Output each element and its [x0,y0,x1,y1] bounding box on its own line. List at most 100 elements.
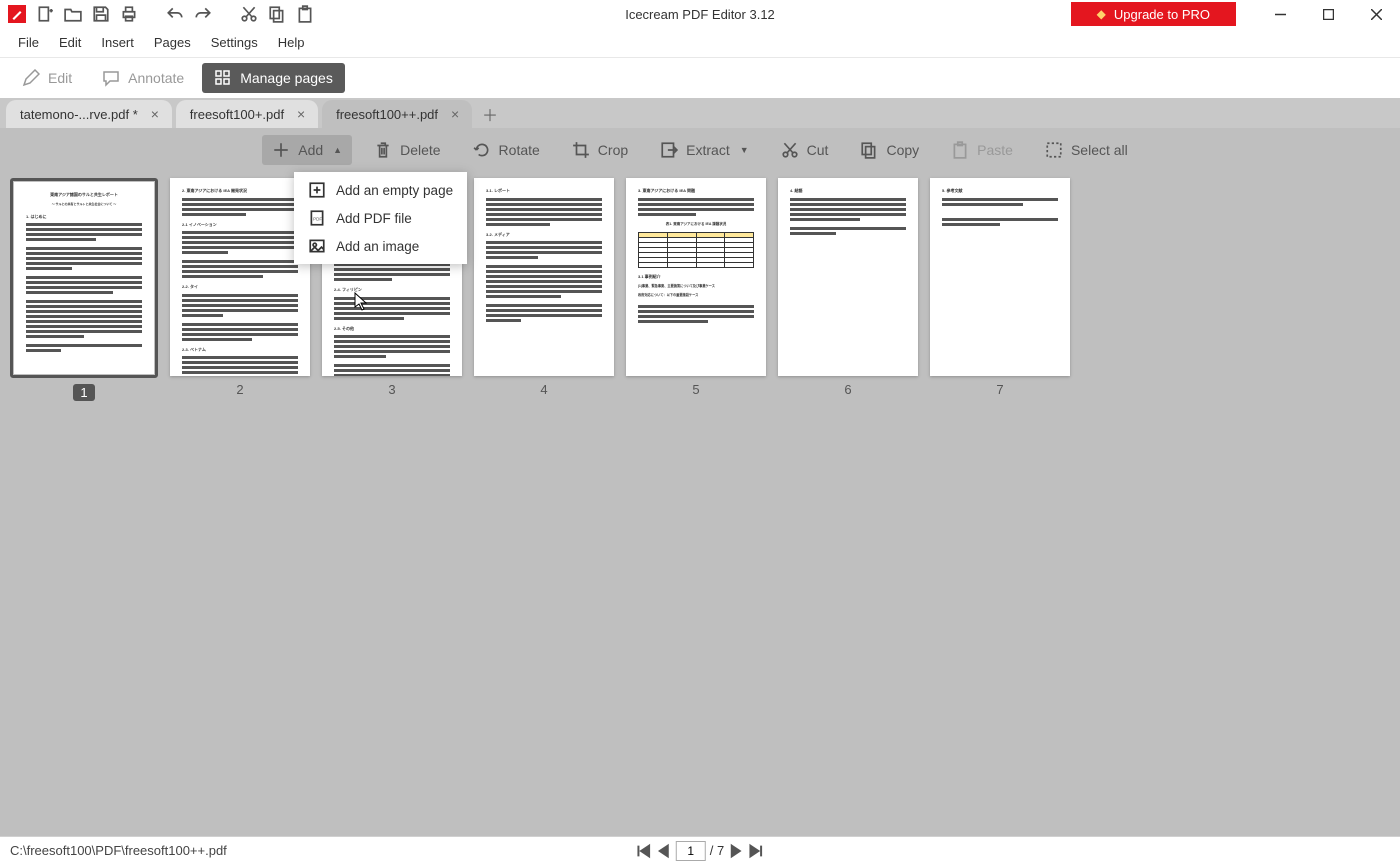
paste-icon[interactable] [296,5,314,23]
save-icon[interactable] [92,5,110,23]
upgrade-button[interactable]: ◆ Upgrade to PRO [1071,2,1236,26]
paste-label: Paste [977,142,1013,158]
menu-insert[interactable]: Insert [91,31,144,54]
page-navigator: / 7 [636,841,764,861]
plus-box-icon [308,181,326,199]
new-icon[interactable] [36,5,54,23]
close-icon[interactable]: × [146,105,164,123]
page-thumbnail[interactable]: 3-1. レポート 3-2. メディア 4 [474,178,614,401]
copy-icon[interactable] [268,5,286,23]
menu-edit[interactable]: Edit [49,31,91,54]
tab-label: freesoft100++.pdf [336,107,438,122]
annotate-mode-button[interactable]: Annotate [90,63,196,93]
mode-toolbar: Edit Annotate Manage pages [0,58,1400,98]
upgrade-label: Upgrade to PRO [1114,7,1210,22]
edit-label: Edit [48,70,72,86]
redo-icon[interactable] [194,5,212,23]
copy-button[interactable]: Copy [850,135,929,165]
page-action-toolbar: Add ▲ Delete Rotate Crop Extract ▼ Cut C… [0,128,1400,172]
page-number: 5 [692,382,699,397]
next-page-button[interactable] [728,843,744,859]
edit-mode-button[interactable]: Edit [10,63,84,93]
crop-button[interactable]: Crop [562,135,638,165]
caret-up-icon: ▲ [333,145,342,155]
page-thumbnail[interactable]: 2. 東南アジアにおける IEA 開発状況 2-1 イノベーション 2-2. タ… [170,178,310,401]
svg-text:PDF: PDF [313,216,322,221]
select-all-label: Select all [1071,142,1128,158]
add-image-item[interactable]: Add an image [294,232,467,260]
first-page-button[interactable] [636,843,652,859]
current-page-input[interactable] [676,841,706,861]
document-tab[interactable]: freesoft100++.pdf × [322,100,472,128]
image-icon [308,237,326,255]
page-thumbnail[interactable]: 3. 東南アジアにおける IEA 問題 表1. 東南アジアにおける IEA 課題… [626,178,766,401]
cut-button[interactable]: Cut [771,135,839,165]
rotate-label: Rotate [499,142,540,158]
last-page-button[interactable] [748,843,764,859]
extract-button[interactable]: Extract ▼ [650,135,759,165]
scissors-icon [781,141,799,159]
close-icon[interactable]: × [292,105,310,123]
title-bar: Icecream PDF Editor 3.12 ◆ Upgrade to PR… [0,0,1400,28]
menu-pages[interactable]: Pages [144,31,201,54]
add-empty-page-label: Add an empty page [336,183,453,198]
page-number: 2 [236,382,243,397]
pdf-file-icon: PDF [308,209,326,227]
copy-label: Copy [886,142,919,158]
quick-access-toolbar [0,5,322,23]
page-thumbnail[interactable]: 4. 結語 6 [778,178,918,401]
page-number: 7 [996,382,1003,397]
tab-label: freesoft100+.pdf [190,107,284,122]
add-pdf-file-label: Add PDF file [336,211,412,226]
trash-icon [374,141,392,159]
add-tab-button[interactable]: ＋ [476,100,504,128]
crop-label: Crop [598,142,628,158]
copy-icon [860,141,878,159]
paste-icon [951,141,969,159]
rotate-button[interactable]: Rotate [463,135,550,165]
minimize-button[interactable] [1256,0,1304,28]
page-number: 1 [73,384,94,401]
tab-label: tatemono-...rve.pdf * [20,107,138,122]
pencil-icon [22,69,40,87]
status-bar: C:\freesoft100\PDF\freesoft100++.pdf / 7 [0,836,1400,864]
add-image-label: Add an image [336,239,419,254]
crop-icon [572,141,590,159]
cut-icon[interactable] [240,5,258,23]
menu-settings[interactable]: Settings [201,31,268,54]
extract-icon [660,141,678,159]
close-icon[interactable]: × [446,105,464,123]
delete-button[interactable]: Delete [364,135,450,165]
add-dropdown-menu: Add an empty page PDF Add PDF file Add a… [294,172,467,264]
add-button[interactable]: Add ▲ [262,135,352,165]
page-number: 3 [388,382,395,397]
plus-icon [272,141,290,159]
total-pages-label: / 7 [710,843,724,858]
maximize-button[interactable] [1304,0,1352,28]
add-pdf-file-item[interactable]: PDF Add PDF file [294,204,467,232]
close-button[interactable] [1352,0,1400,28]
paste-button[interactable]: Paste [941,135,1023,165]
select-all-icon [1045,141,1063,159]
document-tab[interactable]: freesoft100+.pdf × [176,100,318,128]
prev-page-button[interactable] [656,843,672,859]
manage-pages-label: Manage pages [240,70,333,86]
add-empty-page-item[interactable]: Add an empty page [294,176,467,204]
file-path: C:\freesoft100\PDF\freesoft100++.pdf [10,843,227,858]
print-icon[interactable] [120,5,138,23]
select-all-button[interactable]: Select all [1035,135,1138,165]
undo-icon[interactable] [166,5,184,23]
menu-bar: File Edit Insert Pages Settings Help [0,28,1400,58]
page-number: 6 [844,382,851,397]
document-tab[interactable]: tatemono-...rve.pdf * × [6,100,172,128]
tab-bar: tatemono-...rve.pdf * × freesoft100+.pdf… [0,98,1400,128]
cut-label: Cut [807,142,829,158]
delete-label: Delete [400,142,440,158]
rotate-icon [473,141,491,159]
manage-pages-mode-button[interactable]: Manage pages [202,63,345,93]
menu-help[interactable]: Help [268,31,315,54]
page-thumbnail[interactable]: 5. 参考文献 7 [930,178,1070,401]
page-thumbnail[interactable]: 東南アジア諸国のサルと共生レポート ～ サルとの共有とサルトと共生社会について … [10,178,158,401]
menu-file[interactable]: File [8,31,49,54]
open-icon[interactable] [64,5,82,23]
